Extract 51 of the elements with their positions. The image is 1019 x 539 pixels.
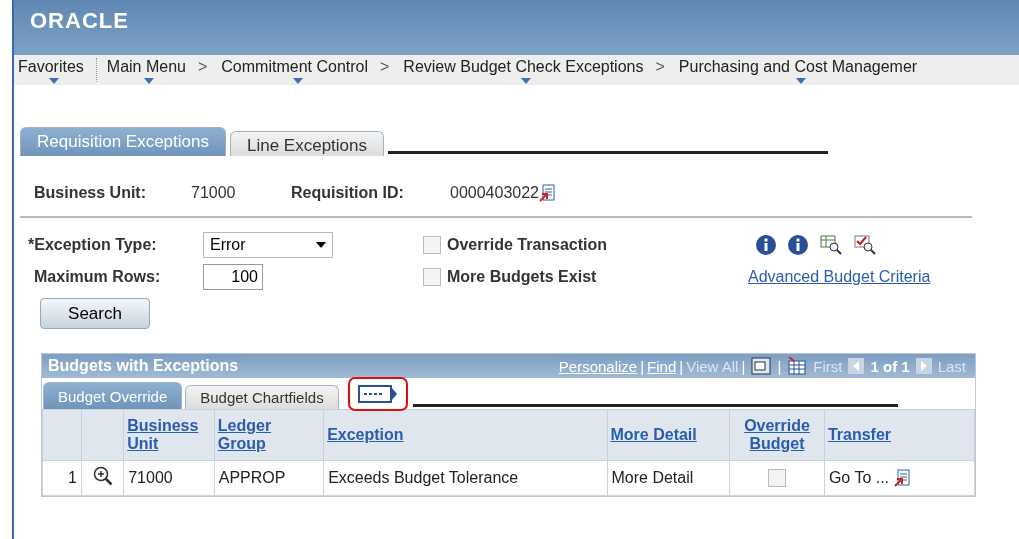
row-count: 1 of 1	[869, 357, 911, 375]
previous-icon	[848, 358, 865, 374]
next-icon	[915, 358, 932, 374]
field-label: Maximum Rows:	[33, 268, 162, 286]
checkbox-label: Override Transaction	[447, 236, 608, 254]
exception-type-dropdown[interactable]: Error	[203, 232, 333, 258]
page-tab[interactable]: Line Exceptions	[230, 131, 384, 156]
first-label: First	[812, 357, 844, 375]
breadcrumb-separator: >	[654, 58, 666, 76]
field-value: 71000	[191, 184, 237, 202]
breadcrumb-menu[interactable]: Favorites	[16, 58, 92, 76]
table-cell: Exceeds Budget Tolerance	[328, 469, 519, 486]
nav-divider: |	[776, 357, 783, 375]
oracle-logo: ORACLE	[30, 8, 129, 33]
grid-title: Budgets with Exceptions	[48, 357, 240, 375]
grid-magnifier-icon[interactable]	[820, 235, 842, 255]
field-value: 0000403022	[450, 184, 539, 202]
breadcrumb-menu[interactable]: Commitment Control	[219, 58, 376, 76]
related-content-icon[interactable]	[539, 184, 555, 202]
grid-download-icon[interactable]	[787, 357, 808, 375]
nav-divider: |	[740, 357, 747, 375]
last-label: Last	[936, 357, 967, 375]
breadcrumb-menu[interactable]: Main Menu	[104, 58, 194, 76]
maximum-rows-field[interactable]: 100	[203, 264, 263, 290]
info-icon[interactable]	[788, 235, 808, 255]
related-content-icon[interactable]	[893, 469, 910, 488]
grid-tab[interactable]: Budget Chartfields	[185, 385, 339, 409]
zoom-window-icon[interactable]	[751, 357, 772, 375]
override-checkbox[interactable]	[768, 469, 787, 487]
checkbox-label: More Budgets Exist	[447, 268, 597, 286]
field-label: Business Unit:	[34, 184, 147, 202]
advanced-budget-criteria-link[interactable]: Advanced Budget Criteria	[748, 268, 931, 285]
breadcrumb-menu[interactable]: Purchasing and Cost Managemer	[676, 58, 926, 76]
table-cell: APPROP	[218, 469, 286, 486]
breadcrumb-menu[interactable]: Review Budget Check Exceptions	[401, 58, 652, 76]
check-magnifier-icon[interactable]	[854, 235, 876, 255]
table-cell: More Detail	[611, 469, 694, 486]
caret-icon	[316, 242, 326, 248]
checkbox[interactable]	[423, 236, 441, 254]
nav-divider: |	[678, 357, 685, 375]
breadcrumb-separator: >	[196, 58, 209, 76]
nav-divider: |	[639, 357, 646, 375]
info-icon[interactable]	[756, 235, 776, 255]
zoom-in-icon[interactable]	[92, 466, 113, 486]
field-label: *Exception Type:	[28, 236, 158, 254]
checkbox[interactable]	[423, 268, 441, 286]
table-cell: 71000	[128, 469, 173, 486]
search-button[interactable]: Search	[40, 298, 150, 329]
field-label: Requisition ID:	[291, 184, 405, 202]
breadcrumb-separator: >	[379, 58, 391, 76]
row-number: 1	[67, 469, 77, 486]
